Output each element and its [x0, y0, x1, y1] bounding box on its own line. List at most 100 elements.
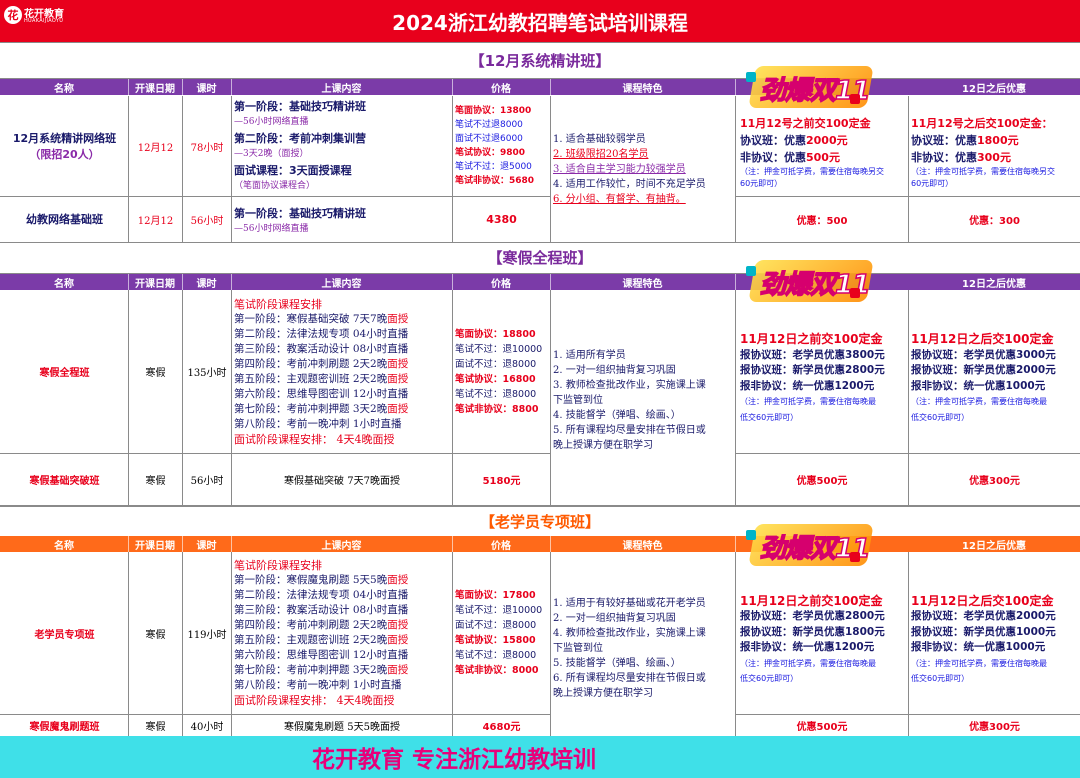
grid-divider: [550, 79, 551, 95]
discount-before: 11月12日之前交100定金 报协议班：老学员优惠2800元 报协议班：新学员优惠1…: [736, 552, 908, 714]
grid-divider: [231, 290, 232, 505]
text-line: 报协议班：老学员优惠3800元: [740, 348, 885, 361]
grid-divider: [452, 536, 453, 552]
text-line: 低交60元即可）: [911, 674, 970, 683]
stage-line: 第八阶段：考前一晚冲刺 1小时直播: [234, 678, 408, 693]
text-line: 4. 教师检查批改作业，实施课上课: [553, 628, 706, 639]
stage-text: 第四阶段：考前冲刺刷题 2天2晚: [234, 619, 388, 631]
stage-mode: 面授: [387, 372, 409, 385]
grid-divider: [452, 552, 453, 736]
stage-text: 第三阶段：教案活动设计 08小时直播: [234, 342, 409, 355]
grid-divider: [735, 96, 736, 242]
text-line: 11月12日之后交100定金: [911, 332, 1054, 346]
course-features: 1. 适合基础较弱学员 2. 班级限招20名学员 3. 适合自主学习能力较强学员 4.…: [551, 96, 735, 242]
stage-line: 第三阶段：教案活动设计 08小时直播: [234, 342, 408, 357]
text-line: 11月12日之前交100定金: [740, 593, 883, 608]
text-line: 晚上授课方便在职学习: [553, 688, 653, 699]
column-header: 12日之后优惠: [962, 278, 1026, 290]
grid-divider: [735, 274, 736, 290]
text-line: 低交60元即可）: [740, 674, 799, 683]
price-info: 笔面协议：17800 笔试不过：退10000 面试不过：退8000 笔试协议：1580…: [453, 552, 550, 714]
stage-mode: 面授: [387, 634, 409, 646]
text-line: 2. 一对一组织抽背复习巩固: [553, 613, 676, 624]
column-header-row: 名称 开课日期 课时 上课内容 价格 课程特色 12日之后优惠: [0, 536, 1080, 552]
stage-line: 第四阶段：考前冲刺刷题 2天2晚面授: [234, 618, 408, 633]
text-line: 面试不过：退8000: [455, 620, 537, 631]
grid-divider: [128, 274, 129, 290]
text-line: 笔面协议：13800: [455, 106, 532, 116]
discount-after: 11月12号之后交100定金： 协议班：优惠1800元 非协议：优惠300元 （注：押…: [909, 96, 1080, 196]
stage-text: 第八阶段：考前一晚冲刺 1小时直播: [234, 417, 402, 430]
amount: 1800元: [977, 133, 1019, 147]
price-info: 笔面协议：13800 笔试不过退8000 面试不过退6000 笔试协议：9800 笔试不…: [453, 96, 550, 196]
course-content: 寒假基础突破 7天7晚面授: [284, 475, 400, 487]
text-line: 1. 适用于有较好基础或花开老学员: [553, 598, 706, 609]
stage-text: 第二阶段：法律法规专项 04小时直播: [234, 327, 409, 340]
column-header: 课程特色: [622, 83, 663, 95]
flower-icon: 花: [4, 6, 22, 24]
text-line: 报协议班：新学员优惠2800元: [740, 364, 885, 376]
discount-before: 优惠500元: [796, 475, 848, 487]
course-content: 寒假魔鬼刷题 5天5晚面授: [284, 721, 400, 733]
gift-icon: [746, 266, 756, 276]
stage-line: 第四阶段：考前冲刺刷题 2天2晚面授: [234, 357, 408, 372]
text-block: 1. 适用于有较好基础或花开老学员 2. 一对一组织抽背复习巩固 4. 教师检查批改…: [553, 596, 706, 701]
column-header: 课程特色: [622, 540, 663, 552]
text-line: 非协议：优惠500元: [740, 149, 884, 166]
text-line: 5. 技能督学（弹唱、绘画、）: [553, 658, 681, 669]
text-line: 笔试协议：9800: [455, 148, 526, 158]
text-line: 60元即可）: [911, 178, 954, 188]
promo-badge: 劲爆双11: [742, 64, 874, 110]
text-line: 11月12日之前交100定金: [740, 332, 883, 346]
stage-mode: 面授: [387, 312, 409, 325]
column-header: 课程特色: [622, 278, 663, 290]
grid-divider: [550, 274, 551, 290]
text-line: 笔试非协议：5680: [455, 176, 535, 186]
text-line: 报协议班：老学员优惠2800元: [740, 610, 885, 622]
course-hours: 40小时: [190, 721, 224, 733]
discount-after: 优惠300元: [969, 475, 1020, 487]
course-name: 12月系统精讲网络班 （限招20人）: [1, 96, 128, 196]
stage-text: 第八阶段：考前一晚冲刺 1小时直播: [234, 679, 402, 691]
text-line: 笔面协议：17800: [455, 590, 536, 601]
column-header: 课时: [196, 278, 217, 290]
column-header: 开课日期: [135, 83, 175, 95]
name-line: 12月系统精讲网络班: [12, 132, 117, 145]
grid-divider: [0, 42, 1080, 43]
text-line: 报协议班：新学员优惠2000元: [911, 364, 1056, 376]
grid-divider: [452, 96, 453, 242]
section-banner: 【寒假全程班】: [487, 249, 593, 267]
stage-mode: 面授: [387, 357, 409, 370]
text-line: 60元即可）: [740, 178, 783, 188]
text-line: 面试课程：3天面授课程: [234, 164, 352, 177]
discount-after: 11月12日之后交100定金 报协议班：老学员优惠2000元 报协议班：新学员优惠1…: [909, 552, 1080, 714]
stage-line: 第五阶段：主观题密训班 2天2晚面授: [234, 372, 408, 387]
gift-icon: [746, 72, 756, 82]
column-header-row: 名称 开课日期 课时 上课内容 价格 课程特色 12日之后优惠: [0, 274, 1080, 290]
grid-divider: [182, 79, 183, 95]
stage-line: 第一阶段：寒假魔鬼刷题 5天5晚面授: [234, 573, 408, 588]
column-header: 12日之后优惠: [962, 83, 1026, 95]
grid-divider: [550, 290, 551, 505]
price-info: 4380: [486, 212, 517, 226]
text-line: 下监管到位: [553, 643, 603, 654]
content-footer: 面试阶段课程安排： 4天4晚面授: [234, 694, 395, 707]
start-date: 寒假: [145, 368, 166, 379]
text-line: 6. 所有课程均尽量安排在节假日或: [553, 673, 706, 684]
text-line: 协议班：优惠2000元: [740, 132, 884, 149]
stage-line: 第五阶段：主观题密训班 2天2晚面授: [234, 633, 408, 648]
grid-divider: [128, 290, 129, 505]
text-line: —3天2晚（面授）: [234, 149, 309, 159]
text-line: 报协议班：老学员优惠3000元: [911, 348, 1056, 361]
grid-divider: [128, 552, 129, 736]
course-name: 寒假全程班: [39, 368, 90, 379]
stage-text: 第五阶段：主观题密训班 2天2晚: [234, 372, 388, 385]
section-banner: 【12月系统精讲班】: [469, 51, 611, 70]
stage-text: 第一阶段：寒假基础突破 7天7晚: [234, 312, 388, 325]
text-block: 笔试阶段课程安排 第一阶段：寒假基础突破 7天7晚面授 第二阶段：法律法规专项 04…: [234, 297, 408, 447]
text-line: （注：押金可抵学费，需要住宿每晚最: [911, 658, 1047, 668]
grid-divider: [128, 536, 129, 552]
grid-divider: [0, 196, 550, 197]
grid-divider: [0, 714, 550, 715]
text-block: 11月12日之前交100定金 报协议班：老学员优惠2800元 报协议班：新学员优惠1…: [740, 594, 885, 687]
